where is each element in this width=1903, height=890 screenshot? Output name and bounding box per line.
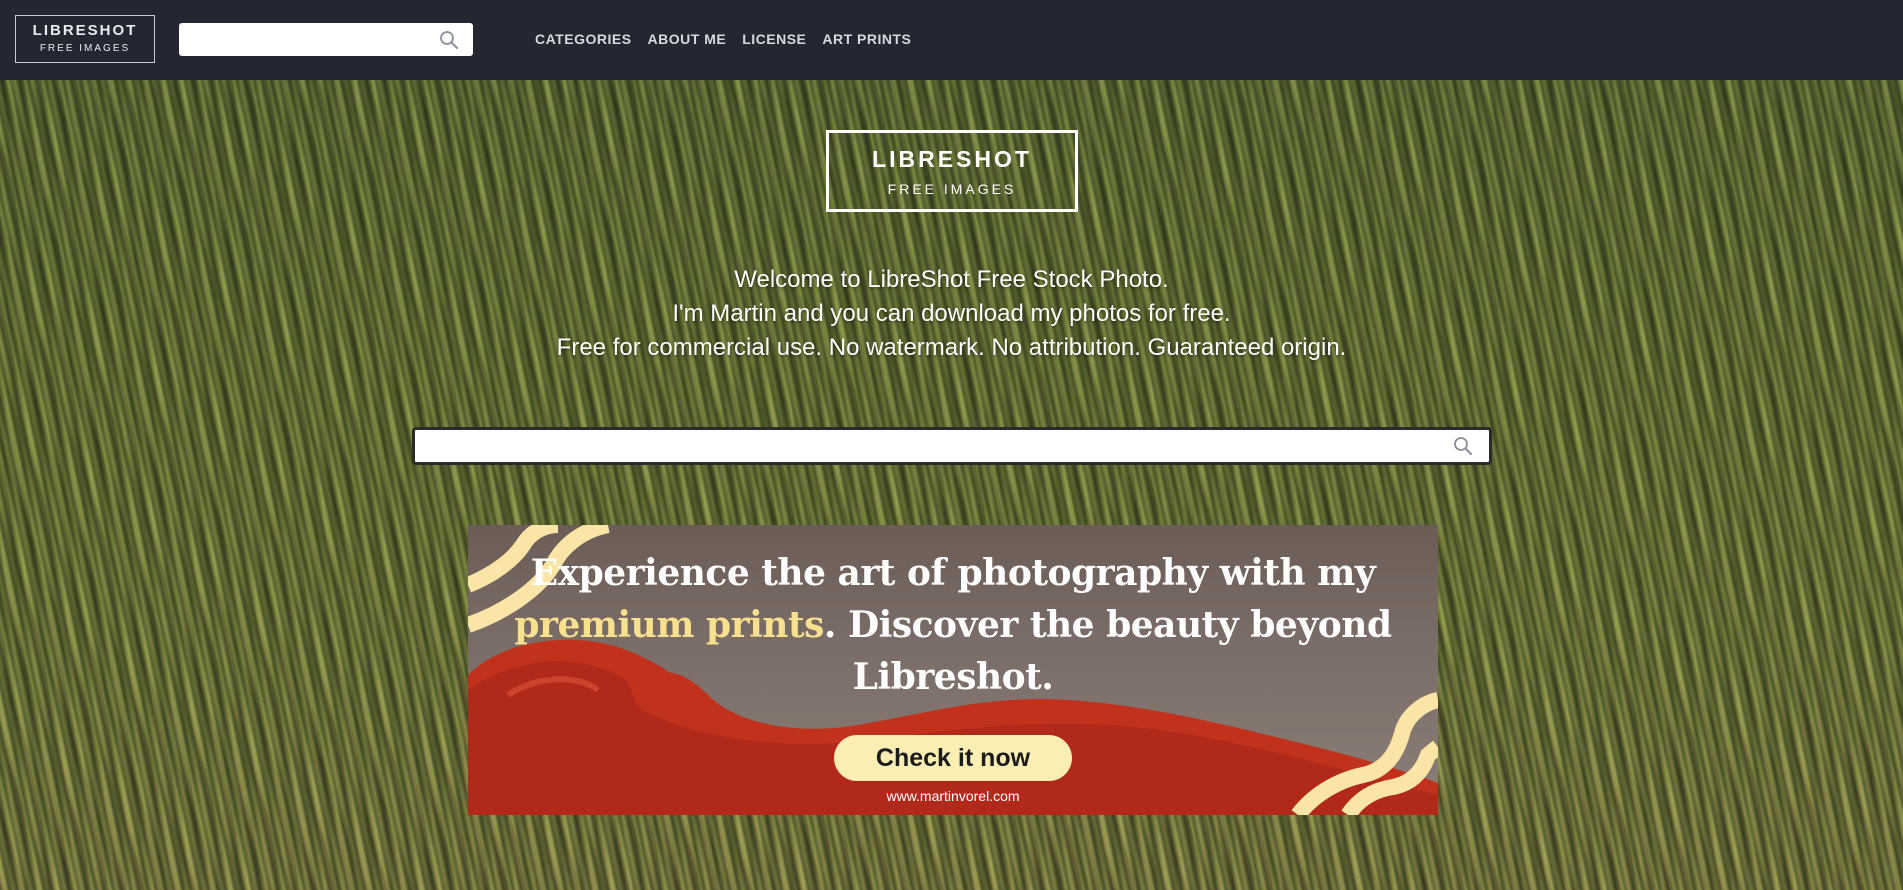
banner-headline-part3: Libreshot. bbox=[852, 656, 1054, 698]
hero-line-martin: I'm Martin and you can download my photo… bbox=[672, 300, 1231, 327]
banner-headline-part1: Experience the art of photography with m… bbox=[530, 552, 1376, 594]
top-navbar: LIBRESHOT FREE IMAGES CATEGORIES ABOUT M… bbox=[0, 0, 1903, 80]
nav-search-box bbox=[179, 23, 473, 56]
nav-link-art-prints[interactable]: ART PRINTS bbox=[822, 31, 911, 47]
hero-logo-subtitle: FREE IMAGES bbox=[887, 181, 1017, 197]
hero-logo-title: LIBRESHOT bbox=[872, 146, 1032, 172]
search-icon[interactable] bbox=[439, 30, 459, 55]
banner-headline-part2: . Discover the beauty beyond bbox=[823, 604, 1392, 646]
hero-intro: Welcome to LibreShot Free Stock Photo. I… bbox=[0, 263, 1903, 365]
nav-search-input[interactable] bbox=[179, 23, 439, 56]
nav-logo[interactable]: LIBRESHOT FREE IMAGES bbox=[15, 15, 155, 63]
hero-logo: LIBRESHOT FREE IMAGES bbox=[826, 130, 1078, 212]
hero-line-welcome: Welcome to LibreShot Free Stock Photo. bbox=[734, 266, 1169, 293]
nav-logo-subtitle: FREE IMAGES bbox=[39, 43, 131, 54]
main-menu: CATEGORIES ABOUT ME LICENSE ART PRINTS bbox=[535, 31, 911, 47]
hero-search-box bbox=[412, 427, 1492, 465]
nav-logo-title: LIBRESHOT bbox=[32, 22, 138, 39]
nav-link-categories[interactable]: CATEGORIES bbox=[535, 31, 632, 47]
banner-headline-highlight: premium prints bbox=[514, 604, 824, 646]
nav-link-license[interactable]: LICENSE bbox=[742, 31, 806, 47]
check-it-now-button[interactable]: Check it now bbox=[834, 735, 1072, 781]
hero-line-license: Free for commercial use. No watermark. N… bbox=[556, 334, 1347, 361]
banner-url: www.martinvorel.com bbox=[886, 788, 1020, 804]
search-icon[interactable] bbox=[1453, 436, 1473, 461]
nav-link-about-me[interactable]: ABOUT ME bbox=[648, 31, 727, 47]
hero-search-input[interactable] bbox=[415, 430, 1455, 462]
banner-headline: Experience the art of photography with m… bbox=[468, 547, 1438, 703]
art-prints-banner[interactable]: Experience the art of photography with m… bbox=[468, 525, 1438, 815]
hero-section: LIBRESHOT FREE IMAGES Welcome to LibreSh… bbox=[0, 80, 1903, 890]
